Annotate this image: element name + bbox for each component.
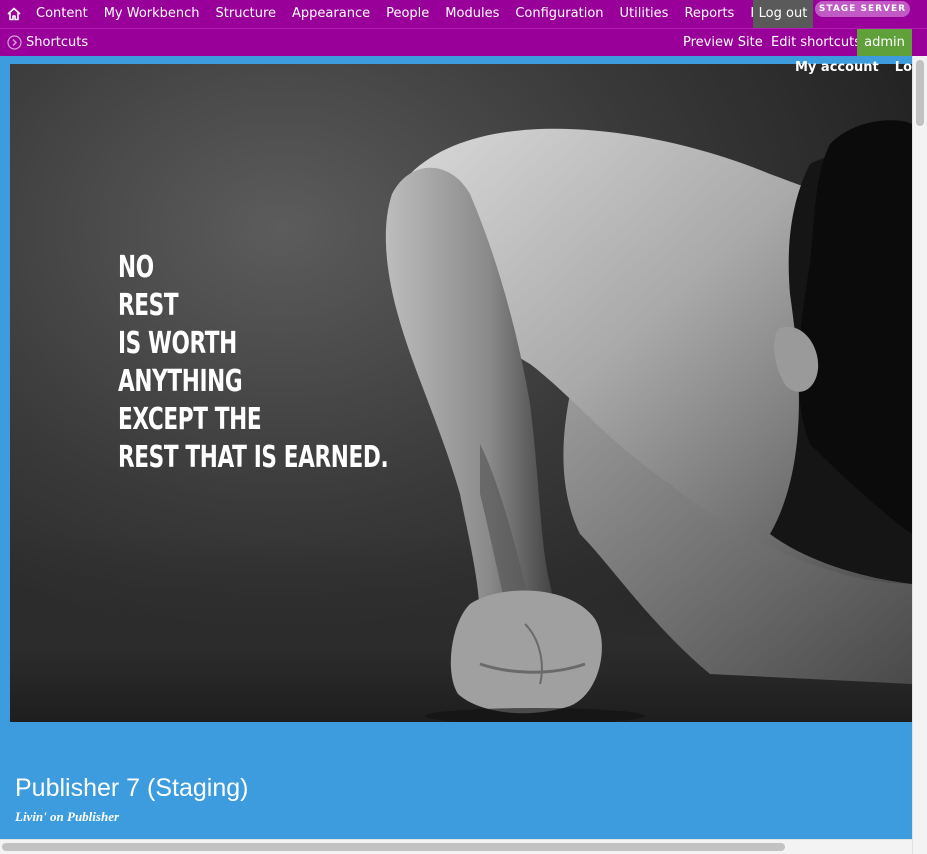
menu-item-structure[interactable]: Structure: [208, 0, 284, 28]
menu-item-reports[interactable]: Reports: [676, 0, 742, 28]
horizontal-scrollbar-thumb[interactable]: [2, 843, 785, 851]
stage-server-badge: STAGE SERVER: [815, 1, 910, 17]
menu-item-my-workbench[interactable]: My Workbench: [96, 0, 208, 28]
toolbar-menu: Content My Workbench Structure Appearanc…: [28, 0, 788, 28]
hero-quote: NO REST IS WORTH ANYTHING EXCEPT THE RES…: [118, 249, 389, 477]
preview-site-link[interactable]: Preview Site: [683, 29, 763, 56]
quote-line: ANYTHING: [118, 364, 243, 399]
quote-line: REST: [118, 288, 179, 323]
hero-banner-image: NO REST IS WORTH ANYTHING EXCEPT THE RES…: [10, 64, 912, 722]
menu-item-people[interactable]: People: [378, 0, 437, 28]
quote-line: IS WORTH: [118, 326, 237, 361]
secondary-menu: My account Lo: [779, 60, 912, 76]
admin-toolbar: Content My Workbench Structure Appearanc…: [0, 0, 927, 56]
vertical-scrollbar-thumb[interactable]: [916, 60, 924, 126]
menu-item-content[interactable]: Content: [28, 0, 96, 28]
vertical-scrollbar[interactable]: [912, 56, 927, 854]
quote-line: NO: [118, 250, 154, 285]
shortcuts-link[interactable]: Shortcuts: [26, 29, 88, 56]
edit-shortcuts-link[interactable]: Edit shortcuts: [771, 29, 861, 56]
user-account-link[interactable]: admin: [857, 29, 912, 56]
secondary-logout-link[interactable]: Lo: [895, 60, 912, 76]
menu-item-appearance[interactable]: Appearance: [284, 0, 378, 28]
site-name-link[interactable]: Publisher 7 (Staging): [15, 774, 248, 803]
my-account-link[interactable]: My account: [795, 60, 879, 76]
site-slogan: Livin' on Publisher: [15, 809, 120, 824]
shortcuts-row: Shortcuts Preview Site Edit shortcuts ad…: [0, 28, 927, 56]
menu-item-modules[interactable]: Modules: [437, 0, 507, 28]
menu-item-configuration[interactable]: Configuration: [507, 0, 611, 28]
menu-item-utilities[interactable]: Utilities: [612, 0, 677, 28]
home-icon[interactable]: [5, 5, 23, 23]
logout-button[interactable]: Log out: [753, 0, 813, 28]
site-header: My account Lo NO REST IS WORTH ANYTHING …: [0, 56, 912, 839]
quote-line: EXCEPT THE: [118, 402, 262, 437]
toolbar-menu-row: Content My Workbench Structure Appearanc…: [0, 0, 927, 28]
quote-line: REST THAT IS EARNED.: [118, 440, 389, 475]
shortcuts-toggle-icon[interactable]: [7, 35, 22, 50]
